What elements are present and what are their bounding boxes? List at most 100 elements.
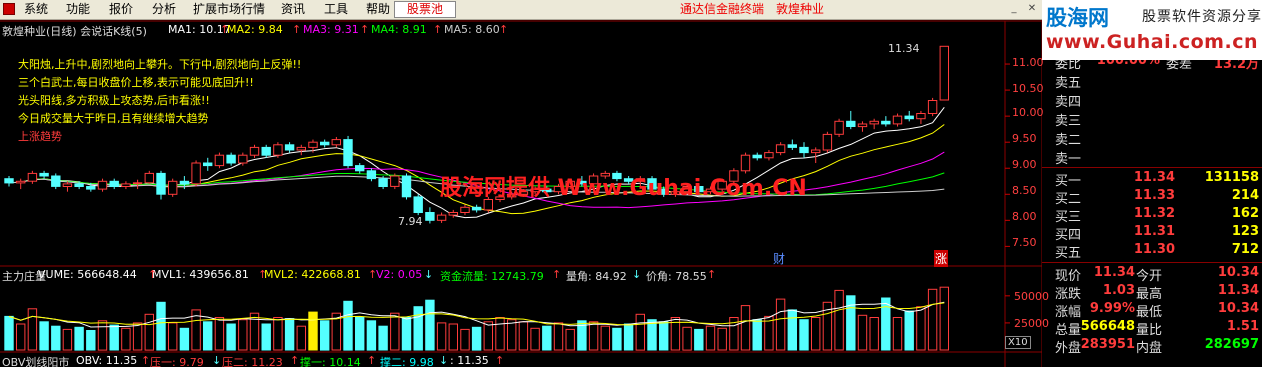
volume-bar (775, 298, 786, 351)
vol-unit-label: X10 (1005, 336, 1031, 349)
menu-info[interactable]: 资讯 (281, 2, 305, 17)
volume-bar (156, 301, 166, 351)
volume-bar (507, 319, 517, 351)
menu-function[interactable]: 功能 (66, 2, 90, 17)
candle-body (787, 144, 797, 148)
high-price: 11.34 (1217, 283, 1259, 298)
sell-row: 卖三 (1042, 110, 1262, 129)
candle-body (132, 182, 143, 185)
high-price-label: 11.34 (888, 42, 920, 55)
volume-bar (530, 327, 540, 351)
price-angle-value: 价角: 78.55 (646, 270, 707, 283)
close-icon[interactable]: ✕ (1026, 3, 1038, 15)
volume-bar (366, 320, 377, 351)
menu-help[interactable]: 帮助 (366, 2, 390, 17)
obv-last-value: : 11.35 (450, 354, 489, 367)
candle-body (834, 120, 844, 135)
capital-up-arrow-icon: ↑ (552, 268, 562, 281)
volume-bar (214, 317, 225, 351)
menu-system[interactable]: 系统 (24, 2, 48, 17)
candle-body (331, 139, 342, 146)
mvl2-value: MVL2: 422668.81 (264, 268, 361, 281)
volume-bar (647, 319, 657, 351)
change-value: 1.03 (1102, 283, 1135, 298)
menu-extended-market[interactable]: 扩展市场行情 (193, 2, 265, 17)
buy-row[interactable]: 买二 11.33 214 (1042, 188, 1262, 207)
volume-bar (542, 325, 552, 351)
candle-body (425, 212, 435, 221)
candle-body (764, 152, 774, 159)
ma5-up-arrow-icon: ↑ (499, 23, 509, 36)
candle-body (74, 183, 84, 187)
ma5-value: MA5: 8.60 (444, 23, 500, 36)
sell-row: 卖一 (1042, 148, 1262, 167)
price-tick: 10.50 (1012, 82, 1044, 95)
volume-bar (390, 312, 400, 351)
buy-price: 11.32 (1133, 206, 1175, 221)
buy-row[interactable]: 买三 11.32 162 (1042, 206, 1262, 225)
candle-body (261, 146, 271, 156)
volume-bar (717, 327, 727, 351)
sell-row: 卖四 (1042, 91, 1262, 110)
volume-bar (623, 323, 634, 351)
price-angle-up-arrow-icon: ↑ (707, 268, 717, 281)
annotation-line-2: 三个白武士,每日收盘价上移,表示可能见底回升!! (18, 76, 254, 89)
volume-bar (273, 317, 283, 351)
stat-row: 外盘 283951 内盘 282697 (1042, 337, 1262, 356)
menu-tools[interactable]: 工具 (324, 2, 348, 17)
minimize-icon[interactable]: _ (1008, 3, 1020, 15)
sell-row: 卖五 (1042, 72, 1262, 91)
menu-analysis[interactable]: 分析 (152, 2, 176, 17)
buy-label: 买五 (1055, 246, 1082, 261)
volume-angle-down-arrow-icon: ↓ (632, 268, 642, 281)
candle-body (296, 146, 307, 151)
volume-bar (881, 297, 891, 351)
candle-body (460, 206, 470, 214)
mvl1-up-arrow-icon: ↑ (258, 268, 268, 281)
ma3-up-arrow-icon: ↑ (360, 23, 370, 36)
candle-body (249, 146, 260, 156)
volume-bar (97, 320, 108, 351)
buy-row[interactable]: 买五 11.30 712 (1042, 242, 1262, 261)
volume-bar (413, 306, 423, 351)
change-percent: 9.99% (1089, 301, 1135, 316)
candle-body (892, 115, 903, 125)
finance-marker[interactable]: 财 (773, 250, 785, 267)
annotation-line-5: 上涨趋势 (18, 130, 62, 143)
candle-body (308, 141, 318, 148)
volume-bar (168, 322, 178, 351)
buy-row[interactable]: 买一 11.34 131158 (1042, 170, 1262, 189)
candle-body (86, 186, 96, 190)
vume-up-arrow-icon: ↑ (148, 268, 158, 281)
watermark-logo: 股海网 股票软件资源分享 www.Guhai.com.cn (1042, 0, 1262, 60)
watermark-line-2: www.Guhai.com.cn (1046, 31, 1258, 53)
volume-bar (682, 326, 692, 351)
volume-bar (121, 327, 131, 351)
stat-row: 总量 566648 量比 1.51 (1042, 319, 1262, 338)
candle-body (904, 115, 914, 120)
stat-row: 现价 11.34 今开 10.34 (1042, 265, 1262, 284)
volume-bar (869, 317, 879, 351)
volume-bar (16, 323, 26, 351)
menu-quote[interactable]: 报价 (109, 2, 133, 17)
volume-bar (483, 321, 494, 351)
ma1-up-arrow-icon: ↑ (220, 23, 230, 36)
limit-up-marker[interactable]: 涨 (934, 250, 949, 267)
candle-body (238, 154, 248, 164)
price-tick: 10.00 (1012, 106, 1044, 119)
candle-body (226, 154, 236, 164)
volume-bar (565, 328, 575, 351)
buy-volume: 123 (1231, 224, 1259, 239)
volume-bar (132, 322, 143, 351)
volume-bar (238, 319, 248, 351)
stat-label: 量比 (1136, 323, 1163, 338)
buy-row[interactable]: 买四 11.31 123 (1042, 224, 1262, 243)
volume-bar (811, 317, 821, 351)
watermark-line-1: 股海网 (1046, 6, 1109, 30)
ma2-value: MA2: 9.84 (227, 23, 283, 36)
stock-pool-button[interactable]: 股票池 (394, 1, 456, 18)
vume-value: VUME: 566648.44 (38, 268, 137, 281)
candle-body (916, 113, 926, 120)
candle-body (343, 139, 353, 167)
volume-bar (659, 321, 669, 351)
